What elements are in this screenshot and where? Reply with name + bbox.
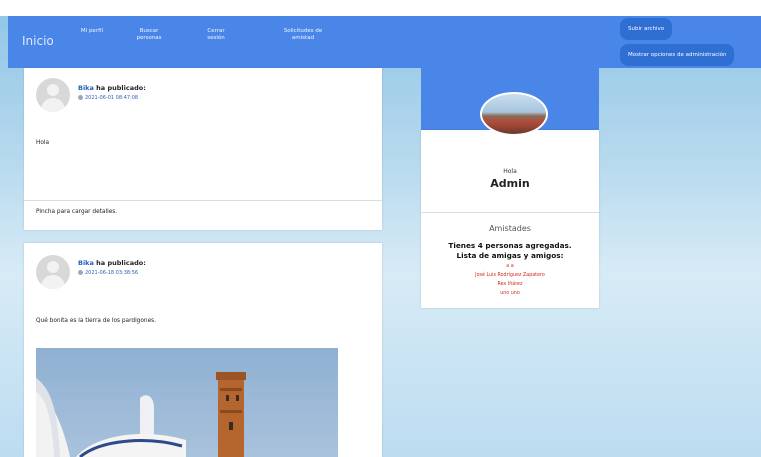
post-photo[interactable] [36,348,338,457]
nav-friend-requests[interactable]: Solicitudes de amistad [274,28,332,42]
post-author-link[interactable]: Bika [78,259,94,267]
nav-my-profile[interactable]: Mi perfil [78,28,106,35]
friend-link[interactable]: Rex Iñárez [421,282,599,287]
post-date-text: 2021-06-18 03:38:56 [85,270,139,276]
friends-title: Amistades [489,224,531,233]
post-author-line: Bika ha publicado: [78,84,146,92]
post-details-link[interactable]: Pincha para cargar detalles. [36,209,117,215]
profile-name: Admin [490,177,530,190]
post-divider [24,200,382,201]
post-date: 2021-06-01 08:47:08 [78,95,138,101]
clock-icon [78,95,83,100]
profile-divider [421,212,599,213]
post-verb: ha publicado: [96,259,146,267]
friends-count: Tienes 4 personas agregadas. [448,241,572,250]
profile-picture[interactable] [480,92,548,136]
friends-list-title: Lista de amigas y amigos: [456,251,564,260]
friend-link[interactable]: José Luis Rodríguez Zapatero [421,273,599,278]
admin-options-button[interactable]: Mostrar opciones de administración [620,44,735,66]
nav-logout[interactable]: Cerrar sesión [201,28,231,42]
friend-link[interactable]: uno uno [421,291,599,296]
post-text: Hola [36,140,50,146]
post-date-text: 2021-06-01 08:47:08 [85,95,139,101]
upload-file-button[interactable]: Subir archivo [620,18,673,40]
post-author-link[interactable]: Bika [78,84,94,92]
post-date: 2021-06-18 03:38:56 [78,270,138,276]
post-card [24,68,382,230]
user-avatar-icon [36,255,70,289]
post-verb: ha publicado: [96,84,146,92]
profile-greeting: Hola [503,168,517,175]
browser-top-strip [0,0,761,16]
nav-search-people[interactable]: Buscar personas [132,28,166,42]
clock-icon [78,270,83,275]
friend-link[interactable]: a a [421,264,599,269]
user-avatar-icon [36,78,70,112]
post-author-line: Bika ha publicado: [78,259,146,267]
post-text: Qué bonita es la tierra de los pardigone… [36,318,157,324]
nav-home-link[interactable]: Inicio [22,34,54,48]
